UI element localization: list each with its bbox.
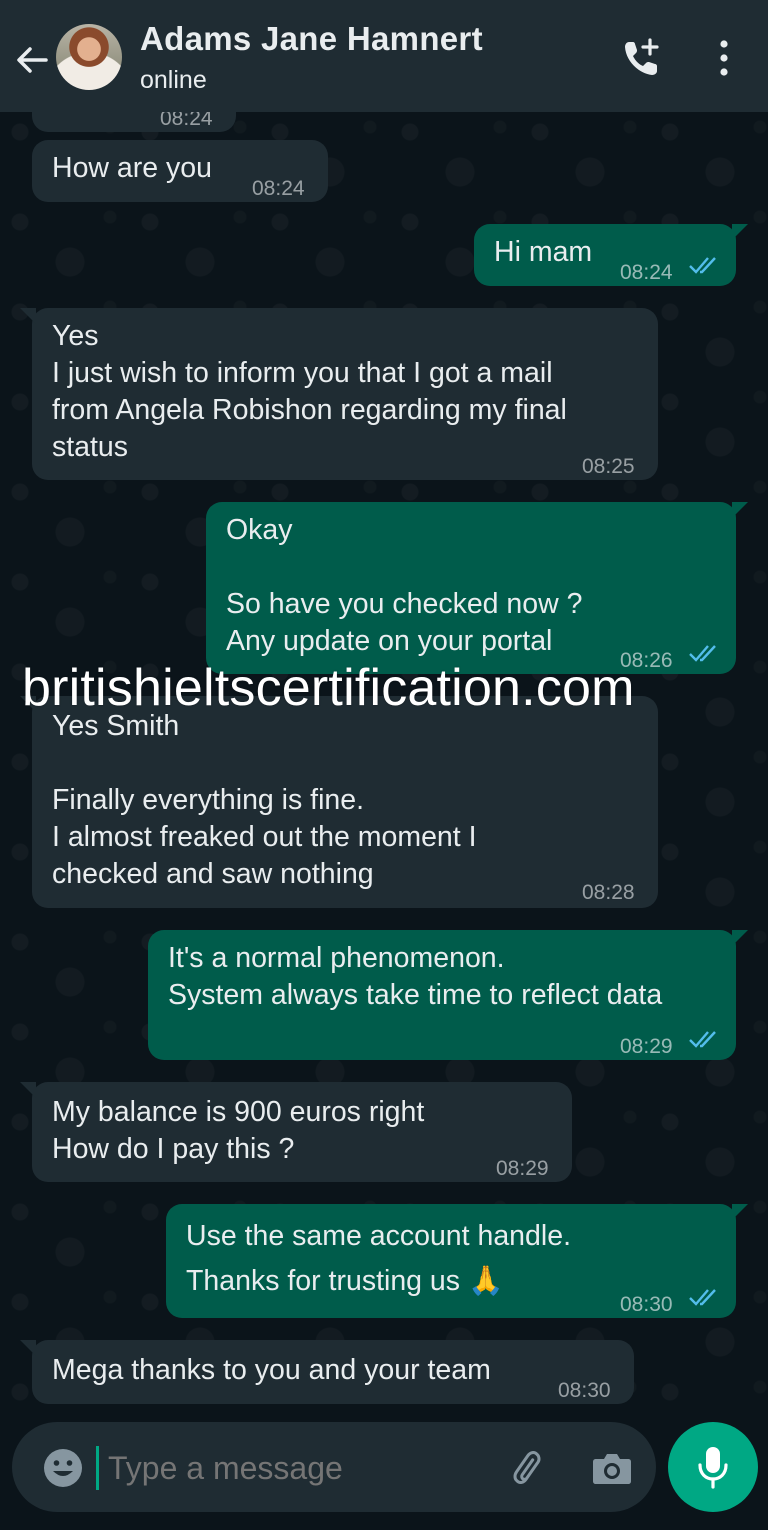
paperclip-icon[interactable]	[506, 1447, 548, 1489]
watermark-text: britishieltscertification.com	[22, 659, 635, 717]
message-composer	[12, 1422, 656, 1512]
bubble-tail	[20, 1082, 36, 1098]
read-ticks-icon	[689, 1289, 716, 1306]
back-arrow-icon[interactable]	[12, 40, 52, 80]
message-incoming[interactable]: How are you 08:24	[32, 140, 328, 202]
nav-strip	[0, 1520, 768, 1530]
message-time: 08:29	[620, 1035, 673, 1058]
emoji-icon[interactable]	[42, 1447, 84, 1489]
message-time: 08:29	[496, 1157, 549, 1180]
message-outgoing[interactable]: Okay So have you checked now ? Any updat…	[206, 502, 748, 674]
contact-name[interactable]: Adams Jane Hamnert	[140, 20, 483, 58]
message-time: 08:30	[558, 1379, 611, 1402]
message-time: 08:28	[582, 881, 635, 904]
message-time: 08:24	[620, 261, 673, 284]
message-outgoing[interactable]: Use the same account handle. Thanks for …	[166, 1204, 748, 1318]
message-text: It's a normal phenomenon. System always …	[168, 942, 663, 1011]
message-input[interactable]	[108, 1446, 488, 1490]
message-text: Okay So have you checked now ? Any updat…	[226, 514, 583, 657]
bubble-tail	[732, 1204, 748, 1220]
message-incoming[interactable]: Mega thanks to you and your team 08:30	[20, 1340, 634, 1404]
message-text: Mega thanks to you and your team	[52, 1354, 491, 1386]
message-text: Hi mam	[494, 236, 593, 268]
read-ticks-icon	[689, 1031, 716, 1048]
message-outgoing[interactable]: It's a normal phenomenon. System always …	[148, 930, 748, 1060]
message-incoming[interactable]: Yes Smith Finally everything is fine. I …	[20, 696, 658, 908]
mic-button[interactable]	[668, 1422, 758, 1512]
message-text: Use the same account handle. Thanks for …	[186, 1220, 571, 1297]
bubble-tail	[732, 224, 748, 240]
message-incoming[interactable]: My balance is 900 euros right How do I p…	[20, 1082, 572, 1182]
read-ticks-icon	[689, 257, 716, 274]
mic-icon	[698, 1447, 728, 1489]
bubble-tail	[20, 308, 36, 324]
message-time: 08:30	[620, 1293, 673, 1316]
contact-status: online	[140, 66, 207, 94]
bubble-tail	[732, 502, 748, 518]
message-text: Yes Smith Finally everything is fine. I …	[52, 710, 477, 890]
bubble-tail	[732, 930, 748, 946]
message-time: 08:24	[252, 177, 305, 200]
more-vert-icon[interactable]	[712, 38, 736, 78]
chat-header: Adams Jane Hamnert online	[0, 0, 768, 112]
text-caret	[96, 1446, 99, 1490]
message-text: How are you	[52, 152, 212, 184]
message-time: 08:25	[582, 455, 635, 478]
message-text: Yes I just wish to inform you that I got…	[52, 320, 567, 463]
message-outgoing[interactable]: Hi mam 08:24	[474, 224, 748, 286]
bubble-tail	[20, 1340, 36, 1356]
camera-icon[interactable]	[590, 1447, 634, 1489]
message-incoming[interactable]: Yes I just wish to inform you that I got…	[20, 308, 658, 480]
add-call-icon[interactable]	[620, 36, 664, 80]
read-ticks-icon	[689, 645, 716, 662]
message-text: My balance is 900 euros right How do I p…	[52, 1096, 425, 1165]
avatar[interactable]	[56, 24, 122, 90]
